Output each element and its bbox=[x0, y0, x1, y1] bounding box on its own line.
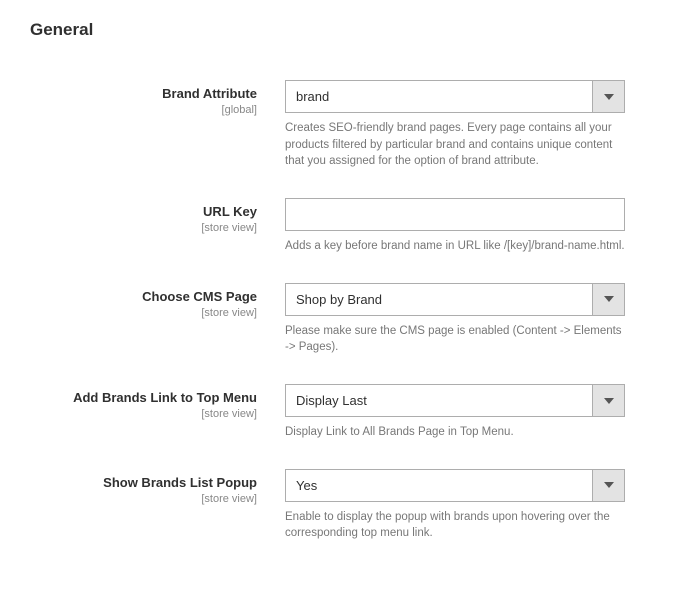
input-col: brand Creates SEO-friendly brand pages. … bbox=[285, 80, 625, 170]
label-col: Show Brands List Popup [store view] bbox=[30, 469, 285, 542]
field-row-top-menu: Add Brands Link to Top Menu [store view]… bbox=[30, 384, 655, 441]
popup-scope: [store view] bbox=[30, 493, 257, 505]
cms-page-value: Shop by Brand bbox=[286, 292, 592, 307]
field-row-popup: Show Brands List Popup [store view] Yes … bbox=[30, 469, 655, 542]
field-row-brand-attribute: Brand Attribute [global] brand Creates S… bbox=[30, 80, 655, 170]
label-col: URL Key [store view] bbox=[30, 198, 285, 255]
url-key-scope: [store view] bbox=[30, 222, 257, 234]
label-col: Choose CMS Page [store view] bbox=[30, 283, 285, 356]
top-menu-value: Display Last bbox=[286, 393, 592, 408]
popup-hint: Enable to display the popup with brands … bbox=[285, 509, 625, 542]
url-key-hint: Adds a key before brand name in URL like… bbox=[285, 238, 625, 255]
chevron-down-icon bbox=[592, 81, 624, 112]
popup-label: Show Brands List Popup bbox=[30, 475, 257, 492]
section-title: General bbox=[30, 20, 655, 40]
brand-attribute-label: Brand Attribute bbox=[30, 86, 257, 103]
top-menu-label: Add Brands Link to Top Menu bbox=[30, 390, 257, 407]
top-menu-scope: [store view] bbox=[30, 408, 257, 420]
input-col: Adds a key before brand name in URL like… bbox=[285, 198, 625, 255]
brand-attribute-value: brand bbox=[286, 89, 592, 104]
brand-attribute-select[interactable]: brand bbox=[285, 80, 625, 113]
chevron-down-icon bbox=[592, 284, 624, 315]
top-menu-hint: Display Link to All Brands Page in Top M… bbox=[285, 424, 625, 441]
cms-page-label: Choose CMS Page bbox=[30, 289, 257, 306]
chevron-down-icon bbox=[592, 470, 624, 501]
brand-attribute-hint: Creates SEO-friendly brand pages. Every … bbox=[285, 120, 625, 170]
chevron-down-icon bbox=[592, 385, 624, 416]
popup-select[interactable]: Yes bbox=[285, 469, 625, 502]
top-menu-select[interactable]: Display Last bbox=[285, 384, 625, 417]
cms-page-scope: [store view] bbox=[30, 307, 257, 319]
cms-page-hint: Please make sure the CMS page is enabled… bbox=[285, 323, 625, 356]
url-key-input[interactable] bbox=[285, 198, 625, 231]
brand-attribute-scope: [global] bbox=[30, 104, 257, 116]
field-row-url-key: URL Key [store view] Adds a key before b… bbox=[30, 198, 655, 255]
label-col: Add Brands Link to Top Menu [store view] bbox=[30, 384, 285, 441]
input-col: Yes Enable to display the popup with bra… bbox=[285, 469, 625, 542]
url-key-label: URL Key bbox=[30, 204, 257, 221]
input-col: Display Last Display Link to All Brands … bbox=[285, 384, 625, 441]
field-row-cms-page: Choose CMS Page [store view] Shop by Bra… bbox=[30, 283, 655, 356]
input-col: Shop by Brand Please make sure the CMS p… bbox=[285, 283, 625, 356]
cms-page-select[interactable]: Shop by Brand bbox=[285, 283, 625, 316]
popup-value: Yes bbox=[286, 478, 592, 493]
label-col: Brand Attribute [global] bbox=[30, 80, 285, 170]
